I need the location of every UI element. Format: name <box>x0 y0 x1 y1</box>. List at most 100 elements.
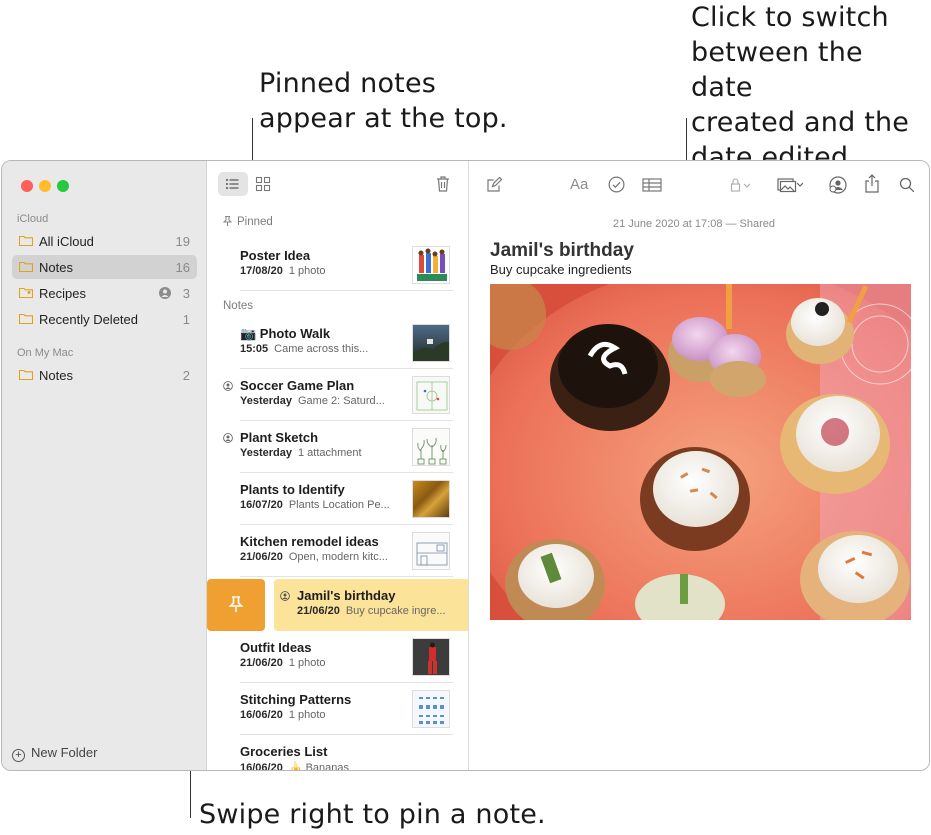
gallery-view-button[interactable] <box>255 176 271 192</box>
note-preview: 1 attachment <box>297 447 362 459</box>
callout-pinned: Pinned notes appear at the top. <box>259 68 508 134</box>
folder-count: 1 <box>182 312 190 327</box>
note-thumbnail <box>412 532 450 570</box>
folder-count: 3 <box>182 286 190 301</box>
new-folder-label: New Folder <box>31 745 98 760</box>
media-icon[interactable] <box>777 177 803 193</box>
note-date: 21/06/20 <box>297 605 340 617</box>
search-icon[interactable] <box>899 177 915 193</box>
pin-icon <box>228 596 244 612</box>
note-row[interactable]: 📷 Photo Walk 15:05 Came across this... <box>207 317 468 369</box>
folder-notes-icloud[interactable]: Notes 16 <box>12 255 197 279</box>
note-date: Yesterday <box>240 447 292 459</box>
shared-person-icon <box>223 433 233 443</box>
note-preview: 1 photo <box>288 657 326 669</box>
format-text-button[interactable]: Aa <box>570 176 588 193</box>
note-title: Kitchen remodel ideas <box>240 534 379 549</box>
note-date: Yesterday <box>240 395 292 407</box>
note-list: Pinned Poster Idea 17/08/20 1 photo Notes… <box>207 161 469 770</box>
note-date: 16/07/20 <box>240 499 283 511</box>
delete-note-button[interactable] <box>435 175 451 193</box>
note-preview: 🍌 Bananas <box>288 762 350 770</box>
note-date: 16/06/20 <box>240 762 283 770</box>
close-window-button[interactable] <box>21 180 33 192</box>
note-title: Outfit Ideas <box>240 640 312 655</box>
note-row[interactable]: Kitchen remodel ideas 21/06/20 Open, mode… <box>207 525 468 577</box>
folder-recipes[interactable]: Recipes 3 <box>12 281 197 305</box>
row-divider <box>240 576 453 577</box>
list-view-button[interactable] <box>218 172 248 196</box>
note-preview: Game 2: Saturd... <box>297 395 385 407</box>
note-title: Poster Idea <box>240 248 311 263</box>
folder-count: 19 <box>175 234 190 249</box>
folder-name: Notes <box>39 368 73 383</box>
note-date-line[interactable]: 21 June 2020 at 17:08 — Shared <box>469 218 929 230</box>
minimize-window-button[interactable] <box>39 180 51 192</box>
note-row-selected[interactable]: Jamil's birthday 21/06/20 Buy cupcake ing… <box>274 579 468 631</box>
pinned-header-label: Pinned <box>237 216 273 228</box>
note-row[interactable]: Stitching Patterns 16/06/20 1 photo <box>207 683 468 735</box>
pin-icon <box>222 215 233 226</box>
row-divider <box>240 290 453 291</box>
shared-person-icon <box>280 591 290 601</box>
folder-icon <box>19 235 33 246</box>
note-preview: Buy cupcake ingre... <box>345 605 446 617</box>
note-row[interactable]: Poster Idea 17/08/20 1 photo <box>207 239 468 291</box>
folder-notes-mac[interactable]: Notes 2 <box>12 363 197 387</box>
note-thumbnail <box>412 324 450 362</box>
note-row[interactable]: Plants to Identify 16/07/20 Plants Locati… <box>207 473 468 525</box>
note-row[interactable]: Plant Sketch Yesterday 1 attachment <box>207 421 468 473</box>
plus-circle-icon: + <box>12 749 25 762</box>
folder-recently-deleted[interactable]: Recently Deleted 1 <box>12 307 197 331</box>
pinned-section-header: Pinned <box>222 215 273 228</box>
new-folder-button[interactable]: + New Folder <box>12 745 97 762</box>
note-subtitle: 21/06/20 Buy cupcake ingre... <box>297 605 446 617</box>
note-preview: Came across this... <box>274 343 369 355</box>
note-row[interactable]: Groceries List 16/06/20 🍌 Bananas <box>207 735 468 770</box>
note-subtitle: 21/06/20 Open, modern kitc... <box>240 551 388 563</box>
collaborate-icon[interactable] <box>828 176 848 194</box>
note-title: Soccer Game Plan <box>240 378 355 393</box>
callout-swipe: Swipe right to pin a note. <box>199 799 546 830</box>
note-title[interactable]: Jamil's birthday <box>490 240 634 262</box>
lock-icon[interactable] <box>730 178 752 192</box>
note-subtitle: 16/06/20 1 photo <box>240 709 326 721</box>
note-title: Plant Sketch <box>240 430 319 445</box>
zoom-window-button[interactable] <box>57 180 69 192</box>
folder-all-icloud[interactable]: All iCloud 19 <box>12 229 197 253</box>
checklist-icon[interactable] <box>608 176 625 193</box>
note-thumbnail <box>412 246 450 284</box>
pin-note-action-button[interactable] <box>207 579 265 631</box>
notes-section-header: Notes <box>223 300 254 312</box>
note-subtitle: Yesterday 1 attachment <box>240 447 362 459</box>
share-icon[interactable] <box>865 174 879 193</box>
table-icon[interactable] <box>642 178 662 192</box>
folder-name: All iCloud <box>39 234 94 249</box>
note-date: 15:05 <box>240 343 269 355</box>
folder-icon <box>19 369 33 380</box>
note-thumbnail <box>412 428 450 466</box>
note-date: 21/06/20 <box>240 551 283 563</box>
folder-name: Recently Deleted <box>39 312 138 327</box>
folder-count: 16 <box>175 260 190 275</box>
shared-folder-icon <box>19 287 33 298</box>
note-subtitle: 17/08/20 1 photo <box>240 265 326 277</box>
folder-icon <box>19 261 33 272</box>
folder-icon <box>19 313 33 324</box>
note-preview: 1 photo <box>288 265 326 277</box>
note-body-text[interactable]: Buy cupcake ingredients <box>490 262 632 277</box>
shared-person-icon <box>223 381 233 391</box>
note-date: 21/06/20 <box>240 657 283 669</box>
folder-count: 2 <box>182 368 190 383</box>
notes-window: iCloud All iCloud 19 Notes 16 Recipes 3 … <box>1 160 930 771</box>
note-preview: Open, modern kitc... <box>288 551 388 563</box>
note-row[interactable]: Soccer Game Plan Yesterday Game 2: Saturd… <box>207 369 468 421</box>
note-row[interactable]: Outfit Ideas 21/06/20 1 photo <box>207 631 468 683</box>
compose-icon[interactable] <box>486 177 502 193</box>
note-title: Jamil's birthday <box>297 588 396 603</box>
note-thumbnail <box>412 638 450 676</box>
folder-name: Notes <box>39 260 73 275</box>
cupcakes-photo <box>490 284 911 620</box>
on-my-mac-section-header: On My Mac <box>17 347 74 359</box>
note-date: 17/08/20 <box>240 265 283 277</box>
